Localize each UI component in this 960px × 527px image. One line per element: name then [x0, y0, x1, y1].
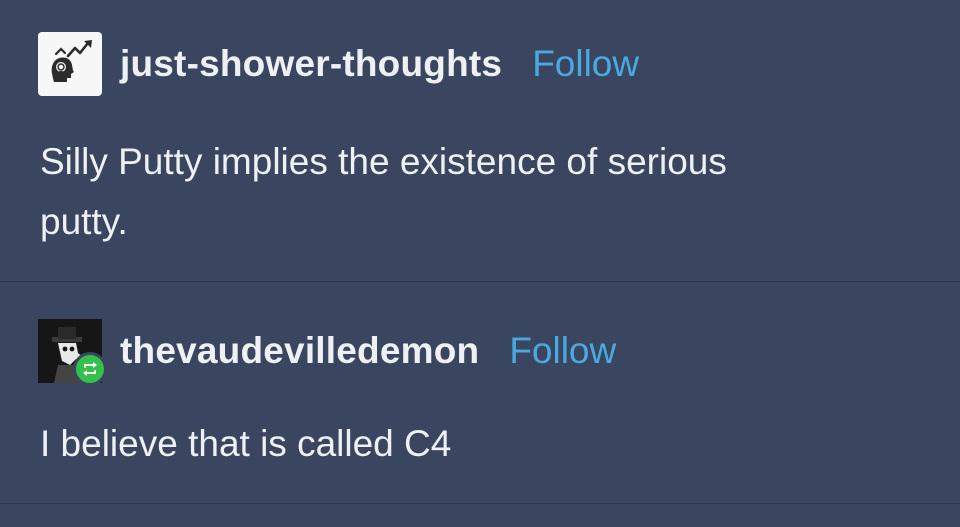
post-body-line: Silly Putty implies the existence of ser…	[40, 141, 727, 182]
avatar[interactable]	[38, 319, 107, 386]
reblog-icon	[83, 362, 97, 376]
post-body-line: putty.	[40, 201, 128, 242]
post-username[interactable]: just-shower-thoughts	[120, 43, 502, 85]
follow-button[interactable]: Follow	[509, 330, 616, 372]
post-header: just-shower-thoughts Follow	[38, 32, 639, 96]
post-header: thevaudevilledemon Follow	[38, 319, 616, 386]
post-body-line: I believe that is called C4	[40, 423, 452, 464]
post-body: Silly Putty implies the existence of ser…	[40, 132, 727, 252]
reblog-badge	[73, 352, 107, 386]
post-reply: thevaudevilledemon Follow I believe that…	[0, 282, 960, 504]
lightbulb-head-trend-icon	[51, 40, 92, 82]
follow-button[interactable]: Follow	[532, 43, 639, 85]
post-username[interactable]: thevaudevilledemon	[120, 330, 479, 372]
avatar[interactable]	[38, 32, 102, 96]
post-body: I believe that is called C4	[40, 414, 451, 474]
post-original: just-shower-thoughts Follow Silly Putty …	[0, 0, 960, 282]
